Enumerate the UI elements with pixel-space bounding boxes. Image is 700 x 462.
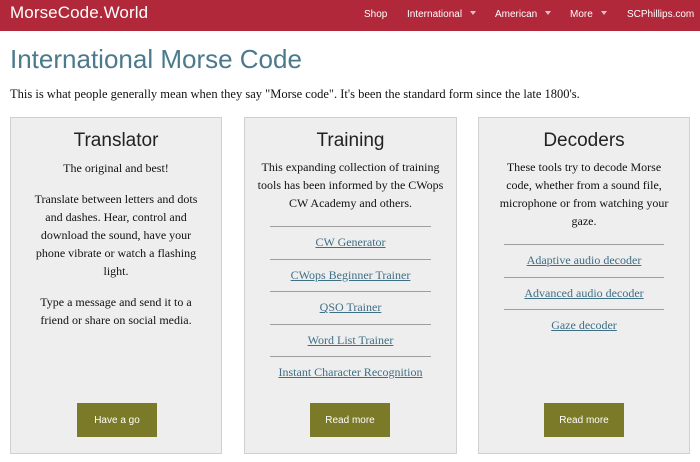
cw-generator-link[interactable]: CW Generator: [315, 235, 385, 250]
intro-text: This is what people generally mean when …: [10, 87, 580, 101]
nav-item-label: International: [407, 9, 463, 20]
card-description: This expanding collection of training to…: [257, 160, 444, 210]
nav-item-more[interactable]: More: [570, 9, 607, 20]
card-description: Translate between letters and dots and d…: [34, 192, 198, 278]
card-title: Translator: [73, 130, 159, 151]
nav-item-label: American: [495, 9, 538, 20]
nav-item-label: SCPhillips.com: [627, 9, 695, 20]
list-item: Advanced audio decoder: [504, 276, 664, 310]
card-title: Decoders: [543, 130, 625, 151]
nav-item-american[interactable]: American: [495, 9, 552, 20]
chevron-down-icon: [470, 11, 477, 16]
training-links: CW Generator CWops Beginner Trainer QSO …: [270, 226, 431, 389]
translator-card: Translator The original and best! Transl…: [10, 117, 222, 454]
list-item: Gaze decoder: [504, 309, 664, 342]
decoders-read-more-button[interactable]: Read more: [544, 403, 624, 437]
cwops-beginner-trainer-link[interactable]: CWops Beginner Trainer: [291, 268, 411, 283]
word-list-trainer-link[interactable]: Word List Trainer: [308, 333, 394, 348]
list-item: Instant Character Recognition: [270, 356, 431, 389]
list-item: CWops Beginner Trainer: [270, 258, 431, 292]
have-a-go-button[interactable]: Have a go: [77, 403, 157, 437]
nav-item-label: Shop: [364, 9, 388, 20]
list-item: Adaptive audio decoder: [504, 244, 664, 277]
list-item: QSO Trainer: [270, 291, 431, 324]
chevron-down-icon: [545, 11, 552, 16]
chevron-down-icon: [600, 11, 607, 16]
training-card: Training This expanding collection of tr…: [244, 117, 457, 454]
nav-item-scphillips[interactable]: SCPhillips.com: [627, 9, 694, 20]
card-title: Training: [316, 130, 385, 151]
card-description: These tools try to decode Morse code, wh…: [499, 160, 669, 228]
nav-item-shop[interactable]: Shop: [364, 9, 387, 20]
training-read-more-button[interactable]: Read more: [310, 403, 390, 437]
gaze-decoder-link[interactable]: Gaze decoder: [551, 318, 617, 333]
adaptive-audio-decoder-link[interactable]: Adaptive audio decoder: [527, 253, 642, 268]
qso-trainer-link[interactable]: QSO Trainer: [320, 300, 382, 315]
top-navbar: MorseCode.World Shop International Ameri…: [0, 0, 700, 31]
list-item: CW Generator: [270, 226, 431, 259]
advanced-audio-decoder-link[interactable]: Advanced audio decoder: [524, 286, 643, 301]
page-title: International Morse Code: [10, 44, 302, 74]
site-logo-link[interactable]: MorseCode.World: [10, 3, 148, 23]
decoders-card: Decoders These tools try to decode Morse…: [478, 117, 690, 454]
nav-item-label: More: [570, 9, 593, 20]
list-item: Word List Trainer: [270, 323, 431, 357]
decoder-links: Adaptive audio decoder Advanced audio de…: [504, 244, 664, 342]
instant-character-recognition-link[interactable]: Instant Character Recognition: [279, 365, 423, 380]
card-tagline: The original and best!: [63, 161, 169, 175]
nav-item-international[interactable]: International: [407, 9, 477, 20]
card-description: Type a message and send it to a friend o…: [40, 295, 192, 327]
